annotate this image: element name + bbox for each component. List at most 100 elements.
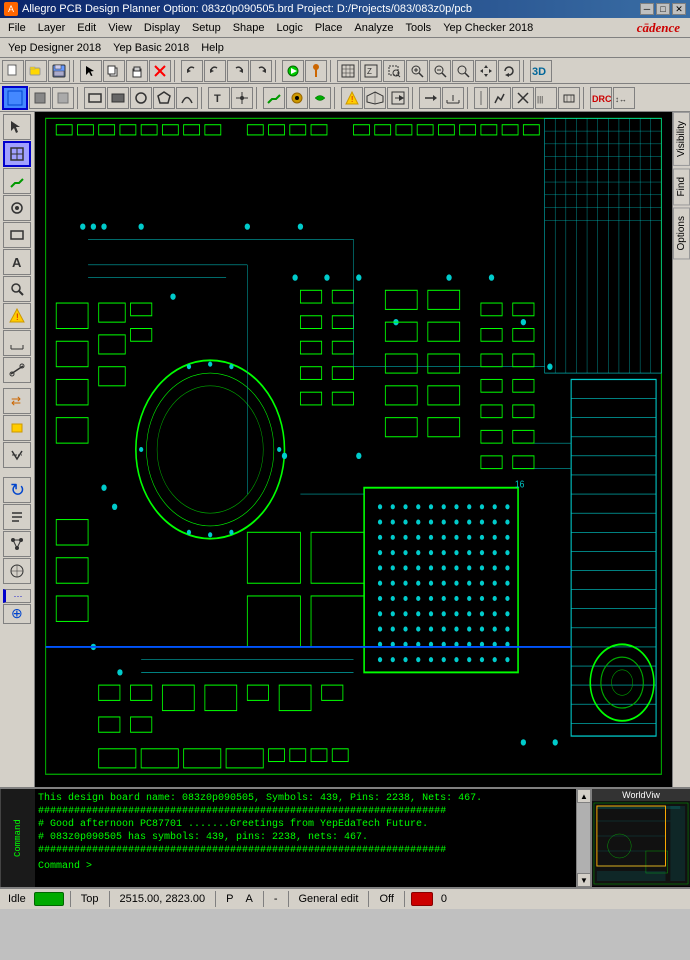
custom-tool5[interactable] — [558, 87, 580, 109]
pin-button[interactable] — [305, 60, 327, 82]
layer-top-button[interactable] — [2, 86, 28, 110]
select-button[interactable] — [80, 60, 102, 82]
status-sep-3 — [215, 891, 216, 907]
status-sep-2 — [109, 891, 110, 907]
export-tool[interactable] — [387, 87, 409, 109]
redo-button[interactable] — [227, 60, 249, 82]
close-button[interactable]: ✕ — [672, 3, 686, 15]
left-rotate-btn[interactable]: ↻ — [3, 477, 31, 503]
left-drc-btn[interactable]: ! — [3, 303, 31, 329]
left-text-btn[interactable]: A — [3, 249, 31, 275]
left-net-btn[interactable] — [3, 531, 31, 557]
left-move-btn[interactable] — [3, 141, 31, 167]
new-button[interactable] — [2, 60, 24, 82]
sep-10 — [412, 87, 416, 109]
menu-yep-checker[interactable]: Yep Checker 2018 — [437, 20, 539, 36]
layer3-button[interactable] — [52, 87, 74, 109]
menu-layer[interactable]: Layer — [32, 20, 72, 36]
zoom-area-button[interactable] — [383, 60, 405, 82]
undo2-button[interactable] — [204, 60, 226, 82]
left-flip-btn[interactable] — [3, 442, 31, 468]
menu-help[interactable]: Help — [195, 40, 230, 56]
left-select-btn[interactable] — [3, 114, 31, 140]
route-tool[interactable] — [263, 87, 285, 109]
maximize-button[interactable]: □ — [656, 3, 670, 15]
console-line-3: # Good afternoon PC87701 .......Greeting… — [38, 818, 573, 831]
3d-button[interactable]: 3D — [530, 60, 552, 82]
open-button[interactable] — [25, 60, 47, 82]
options-tab[interactable]: Options — [673, 207, 690, 259]
left-shape-btn[interactable] — [3, 222, 31, 248]
fill-rect-tool[interactable] — [107, 87, 129, 109]
paste-button[interactable] — [126, 60, 148, 82]
status-led-green — [34, 892, 64, 906]
menu-file[interactable]: File — [2, 20, 32, 36]
via-tool[interactable] — [286, 87, 308, 109]
menu-view[interactable]: View — [102, 20, 138, 36]
scroll-track[interactable] — [577, 803, 590, 873]
status-sep-4 — [263, 891, 264, 907]
custom-tool7[interactable]: ↕↔ — [613, 87, 635, 109]
custom-tool2[interactable] — [489, 87, 511, 109]
measure-tool[interactable] — [442, 87, 464, 109]
3d-view-tool[interactable] — [364, 87, 386, 109]
rotate-button[interactable] — [498, 60, 520, 82]
left-arrow-btn[interactable]: ⊕ — [3, 604, 31, 624]
zoom-prev-button[interactable] — [452, 60, 474, 82]
zoom-in-button[interactable] — [406, 60, 428, 82]
custom-tool3[interactable] — [512, 87, 534, 109]
console-prompt[interactable]: Command > — [38, 861, 573, 872]
layer2-button[interactable] — [29, 87, 51, 109]
left-inspect-btn[interactable] — [3, 276, 31, 302]
pcb-canvas-area[interactable]: 16 — [35, 112, 672, 787]
poly-tool[interactable] — [153, 87, 175, 109]
copy-button[interactable] — [103, 60, 125, 82]
pan-button[interactable] — [475, 60, 497, 82]
grid-button[interactable] — [337, 60, 359, 82]
drc-tool[interactable]: ! — [341, 87, 363, 109]
text-tool[interactable]: T — [208, 87, 230, 109]
run-button[interactable] — [282, 60, 304, 82]
menu-shape[interactable]: Shape — [227, 20, 271, 36]
custom-tool6[interactable]: DRC — [590, 87, 612, 109]
left-gloss-btn[interactable]: ··· — [3, 589, 31, 603]
undo-button[interactable] — [181, 60, 203, 82]
sep-1 — [73, 60, 77, 82]
left-cut-btn[interactable] — [3, 357, 31, 383]
zoom-fit-button[interactable]: Z — [360, 60, 382, 82]
svg-text:↻: ↻ — [10, 480, 25, 500]
menu-setup[interactable]: Setup — [186, 20, 227, 36]
scroll-down-button[interactable]: ▼ — [577, 873, 591, 887]
scroll-up-button[interactable]: ▲ — [577, 789, 591, 803]
save-button[interactable] — [48, 60, 70, 82]
menu-place[interactable]: Place — [309, 20, 349, 36]
redo2-button[interactable] — [250, 60, 272, 82]
delete-button[interactable] — [149, 60, 171, 82]
snap-tool[interactable] — [231, 87, 253, 109]
menu-edit[interactable]: Edit — [71, 20, 102, 36]
custom-tool4[interactable]: ||| — [535, 87, 557, 109]
left-prop-btn[interactable] — [3, 504, 31, 530]
circle-tool[interactable] — [130, 87, 152, 109]
menu-logic[interactable]: Logic — [271, 20, 309, 36]
minimize-button[interactable]: ─ — [640, 3, 654, 15]
visibility-tab[interactable]: Visibility — [673, 112, 690, 166]
left-eyedrop-btn[interactable]: ⇄ — [3, 388, 31, 414]
gloss-tool[interactable] — [309, 87, 331, 109]
menu-yep-designer[interactable]: Yep Designer 2018 — [2, 40, 107, 56]
zoom-out-button[interactable] — [429, 60, 451, 82]
left-measure-btn[interactable] — [3, 330, 31, 356]
left-place-btn[interactable] — [3, 195, 31, 221]
menu-tools[interactable]: Tools — [400, 20, 438, 36]
arc-tool[interactable] — [176, 87, 198, 109]
left-route-btn[interactable] — [3, 168, 31, 194]
left-pad-btn[interactable] — [3, 415, 31, 441]
left-fab-btn[interactable] — [3, 558, 31, 584]
arrow-tool[interactable] — [419, 87, 441, 109]
rect-tool[interactable] — [84, 87, 106, 109]
find-tab[interactable]: Find — [673, 168, 690, 205]
menu-yep-basic[interactable]: Yep Basic 2018 — [107, 40, 195, 56]
menu-display[interactable]: Display — [138, 20, 186, 36]
menu-analyze[interactable]: Analyze — [348, 20, 399, 36]
custom-tool1[interactable] — [474, 87, 488, 109]
